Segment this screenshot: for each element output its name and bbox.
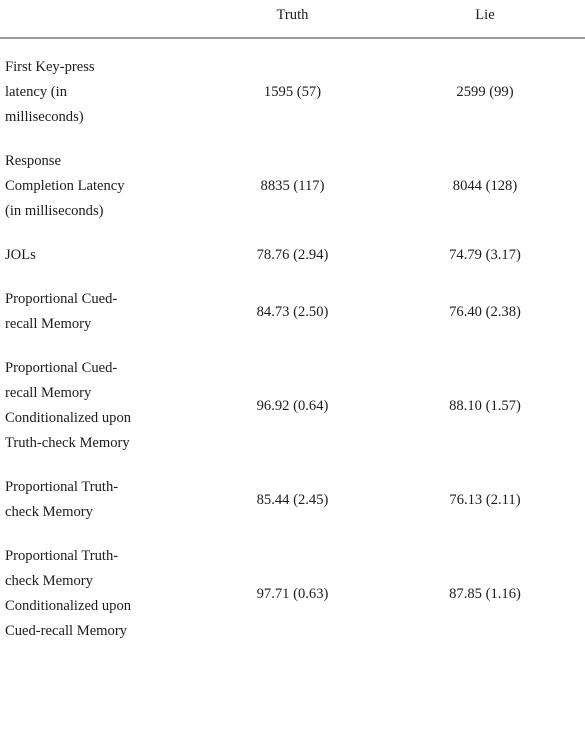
table-container: Truth Lie First Key-press latency (in mill… [0, 0, 585, 729]
row-label-line: Cued-recall Memory [5, 623, 127, 639]
table-body: First Key-press latency (in milliseconds) 1… [0, 43, 585, 644]
row-spacer-cell [0, 130, 585, 149]
row-spacer-cell [0, 224, 585, 243]
table-row: Proportional Truth-check Memory 85.44 (2.… [0, 475, 585, 525]
row-label: Proportional Truth-check Memory Condition… [0, 544, 200, 644]
row-label-line: Response [5, 153, 61, 169]
header-rule-row [0, 33, 585, 43]
table-row: Proportional Cued-recall Memory Condition… [0, 356, 585, 456]
cell-lie-value: 76.13 (2.11) [449, 491, 521, 508]
row-label-line: Proportional Truth- [5, 479, 119, 495]
cell-truth-value: 8835 (117) [260, 178, 325, 194]
column-header-measure [0, 0, 200, 33]
row-label-line: Proportional Cued- [5, 360, 118, 376]
row-label-line: check Memory [5, 504, 93, 520]
row-label: Proportional Truth-check Memory [0, 475, 200, 525]
row-spacer [0, 130, 585, 149]
row-spacer-cell [0, 456, 585, 475]
table-header: Truth Lie [0, 0, 585, 43]
cell-truth-value: 96.92 (0.64) [256, 397, 329, 414]
header-row: Truth Lie [0, 0, 585, 33]
cell-truth-value: 1595 (57) [263, 84, 322, 100]
row-spacer-cell [0, 268, 585, 287]
row-label-line: milliseconds) [5, 109, 84, 125]
row-label-line: Completion Latency [5, 178, 125, 194]
row-label-line: Proportional Cued- [5, 291, 118, 307]
row-label-line: recall Memory [5, 316, 92, 332]
table-row: Proportional Cued-recall Memory 84.73 (2.… [0, 287, 585, 337]
row-label-line: (in milliseconds) [5, 203, 104, 219]
column-header-lie: Lie [475, 7, 495, 23]
row-spacer-cell [0, 525, 585, 544]
row-label-line: check Memory [5, 573, 93, 589]
row-spacer [0, 456, 585, 475]
row-spacer [0, 224, 585, 243]
row-spacer [0, 268, 585, 287]
cell-truth-value: 97.71 (0.63) [256, 585, 329, 602]
table-row: First Key-press latency (in milliseconds) 1… [0, 55, 585, 130]
row-spacer [0, 337, 585, 356]
row-label-line: First Key-press [5, 59, 95, 75]
cell-lie-value: 74.79 (3.17) [449, 247, 521, 263]
descriptive-statistics-table: Truth Lie First Key-press latency (in mill… [0, 0, 585, 644]
row-label: Response Completion Latency (in millisecon… [0, 149, 200, 224]
row-label-line: Proportional Truth- [5, 548, 119, 564]
table-row: Proportional Truth-check Memory Condition… [0, 544, 585, 644]
row-spacer [0, 43, 585, 55]
row-label: Proportional Cued-recall Memory [0, 287, 200, 337]
cell-lie-value: 87.85 (1.16) [449, 585, 521, 602]
row-spacer-cell [0, 337, 585, 356]
row-spacer-cell [0, 43, 585, 55]
table-row: JOLs 78.76 (2.94) 74.79 (3.17) [0, 243, 585, 268]
cell-lie-value: 76.40 (2.38) [449, 303, 521, 320]
row-label: Proportional Cued-recall Memory Condition… [0, 356, 200, 456]
row-label-line: Truth-check Memory [5, 435, 130, 451]
cell-lie-value: 88.10 (1.57) [449, 397, 521, 414]
column-header-truth: Truth [276, 7, 309, 23]
row-label-line: latency (in [5, 84, 67, 100]
header-rule-cell [0, 33, 585, 43]
row-label-line: Conditionalized upon [5, 410, 132, 426]
horizontal-rule [0, 37, 585, 39]
cell-lie-value: 2599 (99) [456, 84, 514, 100]
table-row: Response Completion Latency (in millisecon… [0, 149, 585, 224]
cell-truth-value: 85.44 (2.45) [256, 491, 329, 508]
row-label-line: Conditionalized upon [5, 598, 132, 614]
cell-lie-value: 8044 (128) [452, 178, 518, 194]
cell-truth-value: 84.73 (2.50) [256, 303, 329, 320]
row-spacer [0, 525, 585, 544]
row-label: First Key-press latency (in milliseconds) [0, 55, 200, 130]
cell-truth-value: 78.76 (2.94) [256, 247, 329, 263]
row-label-line: recall Memory [5, 385, 92, 401]
row-label-line: JOLs [5, 247, 36, 263]
row-label: JOLs [0, 243, 200, 268]
